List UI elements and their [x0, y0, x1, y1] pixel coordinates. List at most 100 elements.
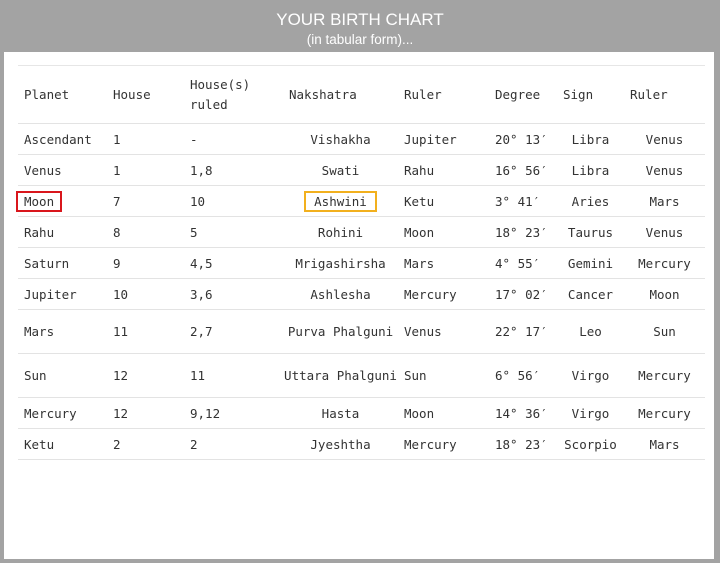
degree-cell: 14° 36′ — [489, 397, 557, 429]
sign-cell: Leo — [557, 309, 624, 354]
nakshatra-ruler-cell: Mercury — [398, 278, 489, 310]
houses-ruled-cell: 4,5 — [184, 247, 283, 279]
sign-cell: Taurus — [557, 216, 624, 248]
sign-ruler-cell: Venus — [624, 216, 705, 248]
house-cell: 8 — [107, 216, 184, 248]
houses-ruled-cell: 9,12 — [184, 397, 283, 429]
column-header-nakshatra-ruler: Ruler — [398, 66, 489, 124]
planet-cell: Mars — [18, 309, 107, 354]
sign-ruler-cell: Mercury — [624, 247, 705, 279]
table-row: Ketu 2 2 Jyeshtha Mercury 18° 23′ Scorpi… — [18, 428, 705, 460]
page-subtitle: (in tabular form)... — [306, 32, 414, 47]
nakshatra-ruler-cell: Moon — [398, 397, 489, 429]
house-cell: 1 — [107, 123, 184, 155]
house-cell: 12 — [107, 353, 184, 398]
houses-ruled-cell: 10 — [184, 185, 283, 217]
table-row: Venus 1 1,8 Swati Rahu 16° 56′ Libra Ven… — [18, 154, 705, 186]
degree-cell: 18° 23′ — [489, 428, 557, 460]
house-cell: 7 — [107, 185, 184, 217]
table-row: Ascendant 1 - Vishakha Jupiter 20° 13′ L… — [18, 123, 705, 155]
sign-cell: Aries — [557, 185, 624, 217]
sign-cell: Cancer — [557, 278, 624, 310]
page-title: YOUR BIRTH CHART — [276, 10, 444, 29]
nakshatra-ruler-cell: Venus — [398, 309, 489, 354]
degree-cell: 4° 55′ — [489, 247, 557, 279]
table-header-row: Planet House House(s) ruled Nakshatra Ru… — [18, 66, 705, 124]
house-cell: 12 — [107, 397, 184, 429]
nakshatra-ruler-cell: Moon — [398, 216, 489, 248]
sign-ruler-cell: Moon — [624, 278, 705, 310]
houses-ruled-cell: 3,6 — [184, 278, 283, 310]
column-header-planet: Planet — [18, 66, 107, 124]
houses-ruled-cell: 11 — [184, 353, 283, 398]
degree-cell: 17° 02′ — [489, 278, 557, 310]
planet-cell: Saturn — [18, 247, 107, 279]
sign-ruler-cell: Sun — [624, 309, 705, 354]
degree-cell: 6° 56′ — [489, 353, 557, 398]
nakshatra-cell: Ashwini — [283, 185, 398, 217]
sign-ruler-cell: Venus — [624, 154, 705, 186]
birth-chart-table: Planet House House(s) ruled Nakshatra Ru… — [16, 66, 705, 460]
table-row: Saturn 9 4,5 Mrigashirsha Mars 4° 55′ Ge… — [18, 247, 705, 279]
nakshatra-cell: Swati — [283, 154, 398, 186]
sign-cell: Libra — [557, 123, 624, 155]
nakshatra-cell: Ashlesha — [283, 278, 398, 310]
house-cell: 9 — [107, 247, 184, 279]
nakshatra-ruler-cell: Mercury — [398, 428, 489, 460]
sign-cell: Virgo — [557, 353, 624, 398]
sign-ruler-cell: Mercury — [624, 397, 705, 429]
house-cell: 10 — [107, 278, 184, 310]
houses-ruled-cell: 2 — [184, 428, 283, 460]
sign-cell: Gemini — [557, 247, 624, 279]
nakshatra-cell: Jyeshtha — [283, 428, 398, 460]
column-header-nakshatra: Nakshatra — [283, 66, 398, 124]
chart-panel: Planet House House(s) ruled Nakshatra Ru… — [4, 52, 714, 559]
column-header-house: House — [107, 66, 184, 124]
house-cell: 2 — [107, 428, 184, 460]
houses-ruled-cell: 2,7 — [184, 309, 283, 354]
sign-ruler-cell: Mercury — [624, 353, 705, 398]
planet-cell: Mercury — [18, 397, 107, 429]
page-header: YOUR BIRTH CHART (in tabular form)... — [0, 0, 720, 52]
sign-ruler-cell: Venus — [624, 123, 705, 155]
table-row: Rahu 8 5 Rohini Moon 18° 23′ Taurus Venu… — [18, 216, 705, 248]
degree-cell: 20° 13′ — [489, 123, 557, 155]
nakshatra-ruler-cell: Sun — [398, 353, 489, 398]
nakshatra-cell: Vishakha — [283, 123, 398, 155]
sign-ruler-cell: Mars — [624, 185, 705, 217]
table-row: Sun 12 11 Uttara Phalguni Sun 6° 56′ Vir… — [18, 353, 705, 398]
nakshatra-cell: Hasta — [283, 397, 398, 429]
nakshatra-cell: Mrigashirsha — [283, 247, 398, 279]
degree-cell: 22° 17′ — [489, 309, 557, 354]
sign-cell: Virgo — [557, 397, 624, 429]
planet-cell: Jupiter — [18, 278, 107, 310]
column-header-degree: Degree — [489, 66, 557, 124]
highlighted-nakshatra: Ashwini — [304, 190, 377, 212]
column-header-houses-ruled: House(s) ruled — [184, 66, 283, 124]
table-row: Jupiter 10 3,6 Ashlesha Mercury 17° 02′ … — [18, 278, 705, 310]
table-row: Mars 11 2,7 Purva Phalguni Venus 22° 17′… — [18, 309, 705, 354]
nakshatra-ruler-cell: Jupiter — [398, 123, 489, 155]
sign-cell: Scorpio — [557, 428, 624, 460]
nakshatra-ruler-cell: Mars — [398, 247, 489, 279]
nakshatra-cell: Uttara Phalguni — [283, 353, 398, 398]
nakshatra-cell: Rohini — [283, 216, 398, 248]
table-row: Mercury 12 9,12 Hasta Moon 14° 36′ Virgo… — [18, 397, 705, 429]
nakshatra-ruler-cell: Ketu — [398, 185, 489, 217]
planet-cell: Venus — [18, 154, 107, 186]
degree-cell: 3° 41′ — [489, 185, 557, 217]
table-row: Moon 7 10 Ashwini Ketu 3° 41′ Aries Mars — [16, 185, 705, 217]
houses-ruled-cell: - — [184, 123, 283, 155]
planet-cell: Rahu — [18, 216, 107, 248]
column-header-sign-ruler: Ruler — [624, 66, 705, 124]
nakshatra-cell: Purva Phalguni — [283, 309, 398, 354]
planet-cell: Sun — [18, 353, 107, 398]
nakshatra-ruler-cell: Rahu — [398, 154, 489, 186]
column-header-sign: Sign — [557, 66, 624, 124]
house-cell: 1 — [107, 154, 184, 186]
house-cell: 11 — [107, 309, 184, 354]
planet-cell: Ascendant — [18, 123, 107, 155]
houses-ruled-cell: 5 — [184, 216, 283, 248]
sign-ruler-cell: Mars — [624, 428, 705, 460]
planet-cell: Ketu — [18, 428, 107, 460]
